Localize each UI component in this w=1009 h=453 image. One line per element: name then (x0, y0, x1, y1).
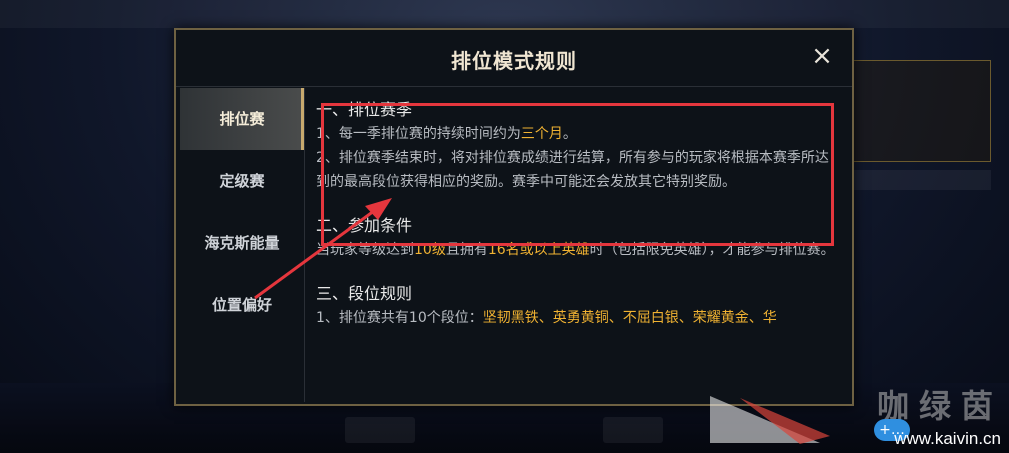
dialog-header: 排位模式规则 × (176, 30, 852, 87)
sidebar-item-placement[interactable]: 定级赛 (180, 150, 304, 212)
dialog-title: 排位模式规则 (451, 49, 577, 73)
highlight-text: 10级 (414, 242, 446, 258)
section-title: 二、参加条件 (316, 216, 413, 235)
text: 时（包括限免英雄），才能参与排位赛。 (589, 242, 835, 258)
sidebar-item-label: 定级赛 (219, 172, 265, 190)
rule-paragraph: 2、排位赛季结束时，将对排位赛成绩进行结算，所有参与的玩家将根据本赛季所达到的最… (316, 150, 829, 190)
section-title: 三、段位规则 (316, 284, 413, 303)
highlight-text: 三个月 (520, 126, 563, 142)
rules-sidebar: 排位赛 定级赛 海克斯能量 位置偏好 (180, 88, 305, 402)
sidebar-item-label: 位置偏好 (211, 296, 272, 314)
background-top-bar (0, 0, 1009, 28)
sidebar-item-label: 排位赛 (219, 110, 265, 128)
text: 。 (562, 126, 577, 142)
highlight-text: 16名或以上英雄 (487, 242, 590, 258)
background-button (603, 417, 663, 443)
watermark-url: www.kaivin.cn (894, 429, 1001, 448)
background-card-strip (851, 170, 991, 190)
rules-dialog: 排位模式规则 × 排位赛 定级赛 海克斯能量 位置偏好 一、排位赛季 1、每一季… (174, 28, 854, 406)
background-card (849, 60, 991, 162)
rule-paragraph: 当玩家等级达到10级且拥有16名或以上英雄时（包括限免英雄），才能参与排位赛。 (316, 238, 836, 262)
section-title: 一、排位赛季 (316, 100, 413, 119)
text: 当玩家等级达到 (316, 242, 414, 258)
sidebar-item-label: 海克斯能量 (204, 234, 280, 252)
text: 且拥有 (445, 242, 488, 258)
close-button[interactable]: × (808, 42, 836, 70)
rule-paragraph: 1、每一季排位赛的持续时间约为三个月。 (316, 122, 836, 146)
highlight-text: 坚韧黑铁、英勇黄铜、不屈白银、荣耀黄金、华 (482, 310, 777, 326)
sidebar-item-position-preference[interactable]: 位置偏好 (180, 274, 304, 336)
watermark-logo-icon (710, 396, 830, 444)
text: 1、每一季排位赛的持续时间约为 (316, 126, 521, 142)
sidebar-item-hextech-energy[interactable]: 海克斯能量 (180, 212, 304, 274)
text: 1、排位赛共有10个段位： (316, 310, 483, 326)
background-button (345, 417, 415, 443)
sidebar-item-ranked[interactable]: 排位赛 (180, 88, 304, 150)
rule-paragraph: 1、排位赛共有10个段位：坚韧黑铁、英勇黄铜、不屈白银、荣耀黄金、华 (316, 306, 836, 330)
rules-content[interactable]: 一、排位赛季 1、每一季排位赛的持续时间约为三个月。 2、排位赛季结束时，将对排… (316, 98, 836, 398)
